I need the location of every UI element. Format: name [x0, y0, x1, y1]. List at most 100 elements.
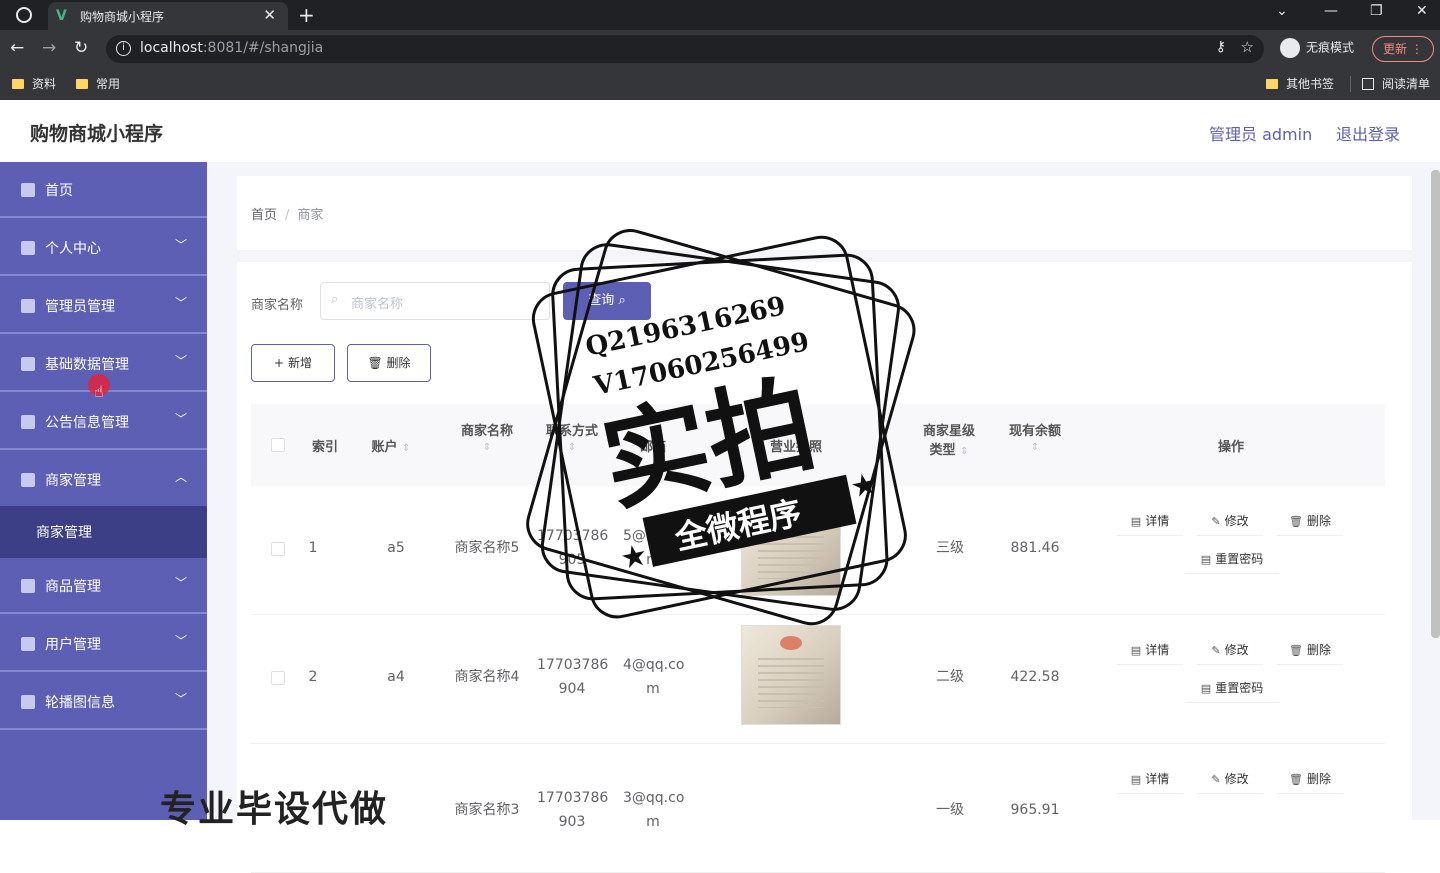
- cell-name: 商家名称3: [454, 802, 520, 818]
- add-button[interactable]: + 新增: [251, 344, 335, 382]
- admin-label: 管理员 admin: [1209, 125, 1313, 144]
- sidebar-item-notices[interactable]: 公告信息管理 ﹀: [0, 394, 207, 450]
- globe-icon: [16, 7, 32, 23]
- bookmark-label: 常用: [96, 77, 121, 91]
- sidebar-item-merchants[interactable]: 商家管理 ︿: [0, 452, 207, 508]
- header-phone[interactable]: 联系方式 ⇕: [537, 420, 607, 454]
- license-seal: [780, 507, 802, 521]
- select-all-checkbox[interactable]: [271, 438, 285, 452]
- license-seal: [780, 636, 802, 650]
- header-name-label: 商家名称: [460, 424, 513, 439]
- list-card: 商家名称 ⌕ 商家名称 查询 ⌕ + 新增 🗑 删除 索引 账户 ⇕ 商家名称 ⇕…: [237, 262, 1412, 873]
- detail-button[interactable]: ▤ 详情: [1117, 764, 1183, 794]
- sidebar: 首页 个人中心 ﹀ 管理员管理 ﹀ 基础数据管理 ﹀ 公告信息管理 ﹀ 商家管理…: [0, 162, 207, 820]
- license-text-lines: [758, 529, 824, 579]
- logout-link[interactable]: 退出登录: [1336, 121, 1400, 145]
- chevron-down-icon: ﹀: [174, 354, 187, 368]
- header-name[interactable]: 商家名称 ⇕: [447, 420, 527, 454]
- header-star[interactable]: 商家星级 类型 ⇕: [909, 420, 989, 458]
- sidebar-subitem-merchant-management[interactable]: 商家管理: [0, 506, 207, 558]
- chevron-down-icon: ﹀: [174, 296, 187, 310]
- forward-icon[interactable]: →: [42, 38, 56, 58]
- restore-icon[interactable]: ❐: [1370, 3, 1383, 19]
- sidebar-item-users[interactable]: 用户管理 ﹀: [0, 616, 207, 672]
- cell-phone-line: 904: [558, 681, 586, 697]
- breadcrumb-separator: /: [285, 208, 290, 223]
- reset-password-label: 重置密码: [1215, 552, 1264, 566]
- incognito-indicator[interactable]: 无痕模式: [1280, 38, 1354, 58]
- header-balance[interactable]: 现有余额 ⇕: [995, 420, 1075, 454]
- cell-name: 商家名称4: [454, 669, 520, 685]
- bookmark-folder[interactable]: 资料: [12, 75, 56, 92]
- breadcrumb: 首页 / 商家: [251, 204, 323, 223]
- sort-icon[interactable]: ⇕: [402, 443, 410, 454]
- license-image[interactable]: [741, 625, 841, 725]
- key-icon[interactable]: ⚷: [1216, 39, 1226, 55]
- sidebar-item-label: 首页: [45, 183, 73, 199]
- admin-icon: [21, 299, 35, 313]
- sort-icon[interactable]: ⇕: [483, 442, 491, 453]
- sort-icon[interactable]: ⇕: [1031, 442, 1039, 453]
- row-checkbox[interactable]: [271, 671, 285, 685]
- breadcrumb-home[interactable]: 首页: [251, 208, 277, 223]
- search-input[interactable]: ⌕ 商家名称: [320, 282, 550, 320]
- reset-password-button[interactable]: ▤ 重置密码: [1185, 544, 1279, 574]
- new-tab-icon[interactable]: +: [298, 3, 315, 27]
- address-bar: ← → ↻ i localhost:8081/#/shangjia ⚷ ☆ 无痕…: [0, 30, 1440, 68]
- chevron-down-icon: ﹀: [174, 412, 187, 426]
- delete-button[interactable]: 🗑 删除: [1277, 764, 1343, 794]
- sidebar-item-products[interactable]: 商品管理 ﹀: [0, 558, 207, 614]
- sidebar-item-label: 商品管理: [45, 579, 101, 595]
- cell-email-line: 4@qq.co: [623, 657, 685, 673]
- delete-button[interactable]: 🗑 删除: [1277, 506, 1343, 536]
- sidebar-item-home[interactable]: 首页: [0, 162, 207, 218]
- detail-button[interactable]: ▤ 详情: [1117, 635, 1183, 665]
- page-scrollbar[interactable]: [1431, 170, 1440, 638]
- bulk-delete-button[interactable]: 🗑 删除: [347, 344, 431, 382]
- cell-star: 三级: [936, 540, 964, 556]
- sidebar-item-admin[interactable]: 管理员管理 ﹀: [0, 278, 207, 334]
- reading-list[interactable]: 阅读清单: [1362, 75, 1430, 92]
- app-header: 购物商城小程序 管理员 admin 退出登录: [0, 100, 1440, 162]
- sidebar-item-profile[interactable]: 个人中心 ﹀: [0, 220, 207, 276]
- other-bookmarks[interactable]: 其他书签: [1266, 75, 1334, 92]
- cell-balance: 965.91: [1010, 802, 1060, 818]
- sidebar-item-carousel[interactable]: 轮播图信息 ﹀: [0, 674, 207, 730]
- edit-button[interactable]: ✎ 修改: [1197, 635, 1263, 665]
- cell-phone-line: 17703786: [537, 657, 609, 673]
- query-button[interactable]: 查询 ⌕: [563, 282, 651, 320]
- license-image[interactable]: [741, 496, 841, 596]
- reload-icon[interactable]: ↻: [74, 38, 88, 58]
- url-field[interactable]: i localhost:8081/#/shangjia ⚷ ☆: [106, 35, 1264, 63]
- minimize-icon[interactable]: —: [1324, 3, 1338, 19]
- cell-email-line: 5@qq.co: [623, 528, 685, 544]
- document-icon: ▤: [1200, 553, 1212, 566]
- browser-tab[interactable]: V 购物商城小程序 ✕: [48, 2, 288, 30]
- detail-button[interactable]: ▤ 详情: [1117, 506, 1183, 536]
- update-button[interactable]: 更新 ⋮: [1372, 36, 1434, 62]
- cell-account: a4: [387, 669, 405, 685]
- sort-icon[interactable]: ⇕: [960, 446, 968, 457]
- trash-icon: 🗑: [1289, 644, 1303, 657]
- bookmark-star-icon[interactable]: ☆: [1241, 38, 1254, 56]
- edit-button[interactable]: ✎ 修改: [1197, 506, 1263, 536]
- breadcrumb-current: 商家: [297, 208, 324, 223]
- tab-search-icon[interactable]: ⌄: [1276, 3, 1288, 19]
- cell-phone: 17703786 905: [537, 524, 608, 572]
- cell-email: 5@qq.co m: [623, 524, 685, 572]
- sidebar-item-label: 个人中心: [45, 241, 101, 257]
- close-tab-icon[interactable]: ✕: [263, 6, 276, 24]
- back-icon[interactable]: ←: [10, 38, 24, 58]
- info-icon[interactable]: i: [116, 41, 131, 56]
- delete-button[interactable]: 🗑 删除: [1277, 635, 1343, 665]
- row-checkbox[interactable]: [271, 542, 285, 556]
- bookmark-folder[interactable]: 常用: [76, 75, 120, 92]
- close-window-icon[interactable]: ✕: [1416, 3, 1428, 19]
- header-account[interactable]: 账户 ⇕: [361, 436, 421, 455]
- delete-label: 删除: [1306, 643, 1331, 657]
- edit-button[interactable]: ✎ 修改: [1197, 764, 1263, 794]
- sort-icon[interactable]: ⇕: [568, 442, 576, 453]
- header-star-type-label: 类型: [929, 443, 956, 458]
- chevron-down-icon: ﹀: [174, 238, 187, 252]
- reset-password-button[interactable]: ▤ 重置密码: [1185, 673, 1279, 703]
